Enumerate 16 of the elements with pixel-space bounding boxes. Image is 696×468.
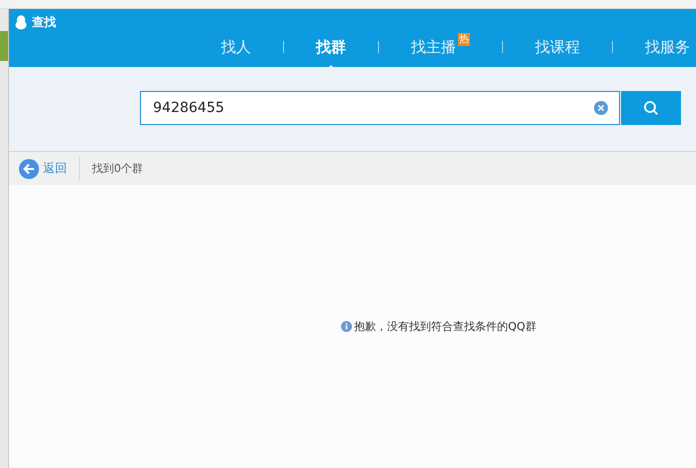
- search-field[interactable]: 94286455: [140, 91, 620, 125]
- hot-badge: 热: [458, 33, 470, 46]
- tab[interactable]: 找人: [221, 35, 251, 59]
- clear-icon[interactable]: [594, 101, 608, 115]
- result-count: 找到0个群: [92, 161, 143, 176]
- tab[interactable]: 找主播: [411, 35, 456, 59]
- tab[interactable]: 找群: [316, 35, 346, 59]
- no-results-message: 抱歉，没有找到符合查找条件的QQ群: [354, 319, 536, 334]
- back-button[interactable]: 返回: [19, 158, 67, 178]
- window-title: 查找: [32, 14, 56, 31]
- tab[interactable]: 找课程: [535, 35, 580, 59]
- search-icon: [643, 100, 659, 116]
- info-icon: [341, 321, 352, 332]
- penguin-icon: [15, 15, 27, 30]
- search-button[interactable]: [621, 91, 681, 125]
- tab[interactable]: 找服务: [645, 35, 690, 59]
